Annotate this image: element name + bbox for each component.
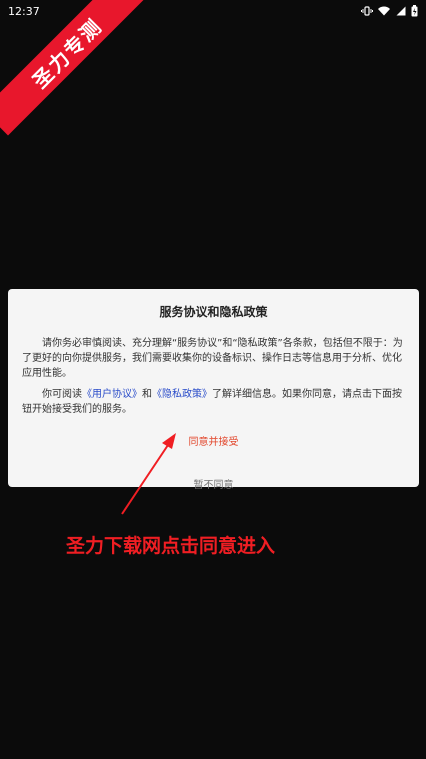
para2-prefix: 你可阅读 — [42, 389, 82, 400]
vibrate-icon — [361, 6, 373, 16]
annotation-text: 圣力下载网点击同意进入 — [66, 535, 276, 557]
dialog-paragraph-1: 请你务必审慎阅读、充分理解“服务协议”和“隐私政策”各条款，包括但不限于：为了更… — [22, 338, 403, 379]
privacy-dialog: 服务协议和隐私政策 请你务必审慎阅读、充分理解“服务协议”和“隐私政策”各条款，… — [8, 289, 419, 491]
para2-and: 和 — [142, 389, 152, 400]
agree-button[interactable]: 同意并接受 — [181, 431, 247, 450]
status-icons — [361, 5, 418, 17]
user-agreement-link[interactable]: 《用户协议》 — [82, 389, 142, 400]
status-time: 12:37 — [8, 4, 40, 18]
wifi-icon — [378, 6, 390, 16]
battery-icon — [411, 5, 418, 17]
screen: 12:37 圣力专测 服务协议和隐私政策 请你务必审慎阅读、充分理解“服务协议”… — [0, 0, 426, 759]
signal-icon — [395, 6, 406, 16]
dialog-paragraph-2: 你可阅读《用户协议》和《隐私政策》了解详细信息。如果你同意，请点击下面按钮开始接… — [22, 387, 405, 417]
disagree-button[interactable]: 暂不同意 — [186, 474, 242, 493]
dialog-title: 服务协议和隐私政策 — [159, 305, 268, 319]
dialog-actions: 同意并接受 暂不同意 — [22, 431, 405, 493]
status-bar: 12:37 — [0, 0, 426, 22]
privacy-policy-link[interactable]: 《隐私政策》 — [152, 389, 212, 400]
